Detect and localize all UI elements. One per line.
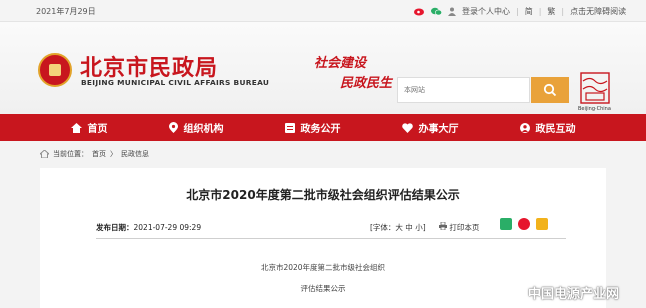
home-icon xyxy=(40,150,49,158)
main-nav: 首页 组织机构 政务公开 办事大厅 政民互动 xyxy=(0,114,646,141)
simplified-link[interactable]: 简 xyxy=(525,6,533,17)
nav-label: 政民互动 xyxy=(535,124,576,135)
separator: | xyxy=(561,7,565,16)
location-icon xyxy=(168,122,178,133)
nav-label: 首页 xyxy=(87,124,108,135)
document-icon xyxy=(284,122,295,133)
watermark: 中国电源产业网 xyxy=(528,287,620,302)
site-subtitle: BEIJING MUNICIPAL CIVIL AFFAIRS BUREAU xyxy=(81,78,270,87)
share-buttons xyxy=(500,218,548,230)
separator: | xyxy=(516,7,519,16)
qzone-share-icon[interactable] xyxy=(536,218,548,230)
nav-item-organization[interactable]: 组织机构 xyxy=(168,114,224,141)
search-button[interactable] xyxy=(531,77,569,103)
article-body-line: 评估结果公示 xyxy=(300,284,346,293)
site-header: 北京市民政局 BEIJING MUNICIPAL CIVIL AFFAIRS B… xyxy=(0,22,646,114)
home-icon xyxy=(70,122,82,133)
user-icon xyxy=(448,7,456,16)
beijing-capital-logo-icon xyxy=(580,72,610,104)
search-icon xyxy=(543,83,557,97)
nav-item-home[interactable]: 首页 xyxy=(70,114,108,141)
heart-icon xyxy=(401,122,413,133)
slogan-line-1: 社会建设 xyxy=(314,56,367,71)
bureau-emblem-icon xyxy=(38,53,72,87)
weibo-share-icon[interactable] xyxy=(518,218,530,230)
current-date: 2021年7月29日 xyxy=(36,7,96,16)
top-links: 登录个人中心 | 简 | 繁 | 点击无障碍阅读 xyxy=(414,6,626,17)
person-icon xyxy=(519,122,530,133)
article-title: 北京市2020年度第二批市级社会组织评估结果公示 xyxy=(186,188,460,202)
print-label: 打印本页 xyxy=(449,223,480,232)
traditional-link[interactable]: 繁 xyxy=(547,6,555,17)
search-input[interactable] xyxy=(397,77,530,103)
nav-item-government-affairs[interactable]: 政务公开 xyxy=(284,114,341,141)
publish-date-value: 2021-07-29 09:29 xyxy=(133,223,202,232)
publish-date-label: 发布日期： xyxy=(96,223,134,232)
nav-label: 办事大厅 xyxy=(418,124,459,135)
article-body-line: 北京市2020年度第二批市级社会组织 xyxy=(260,263,386,272)
breadcrumb-prefix: 当前位置： xyxy=(53,150,88,158)
breadcrumb-section[interactable]: 民政信息 xyxy=(121,149,149,159)
breadcrumb-separator: 〉 xyxy=(110,150,117,158)
accessibility-link[interactable]: 点击无障碍阅读 xyxy=(570,6,626,17)
print-icon xyxy=(439,221,447,231)
separator: | xyxy=(538,7,542,16)
wechat-share-icon[interactable] xyxy=(500,218,512,230)
font-size-control[interactable]: [字体：大 中 小] xyxy=(370,222,426,233)
nav-label: 政务公开 xyxy=(300,124,341,135)
weibo-icon[interactable] xyxy=(414,7,425,16)
article-panel: 北京市2020年度第二批市级社会组织评估结果公示 发布日期：2021-07-29… xyxy=(40,168,606,308)
nav-item-service-hall[interactable]: 办事大厅 xyxy=(401,114,459,141)
capital-logo-caption: Beijing·China xyxy=(578,106,611,112)
slogan-line-2: 民政民生 xyxy=(340,76,393,91)
publish-date: 发布日期：2021-07-29 09:29 xyxy=(96,222,201,233)
divider xyxy=(96,238,566,239)
breadcrumb-home[interactable]: 首页 xyxy=(92,149,106,159)
login-link[interactable]: 登录个人中心 xyxy=(462,6,510,17)
nav-item-interaction[interactable]: 政民互动 xyxy=(519,114,576,141)
breadcrumb: 当前位置： 首页 〉 民政信息 xyxy=(40,149,149,159)
print-link[interactable]: 打印本页 xyxy=(439,221,480,233)
top-bar: 2021年7月29日 登录个人中心 | 简 | 繁 | 点击无障碍阅读 xyxy=(0,0,646,22)
wechat-icon[interactable] xyxy=(431,7,442,16)
nav-label: 组织机构 xyxy=(183,124,224,135)
